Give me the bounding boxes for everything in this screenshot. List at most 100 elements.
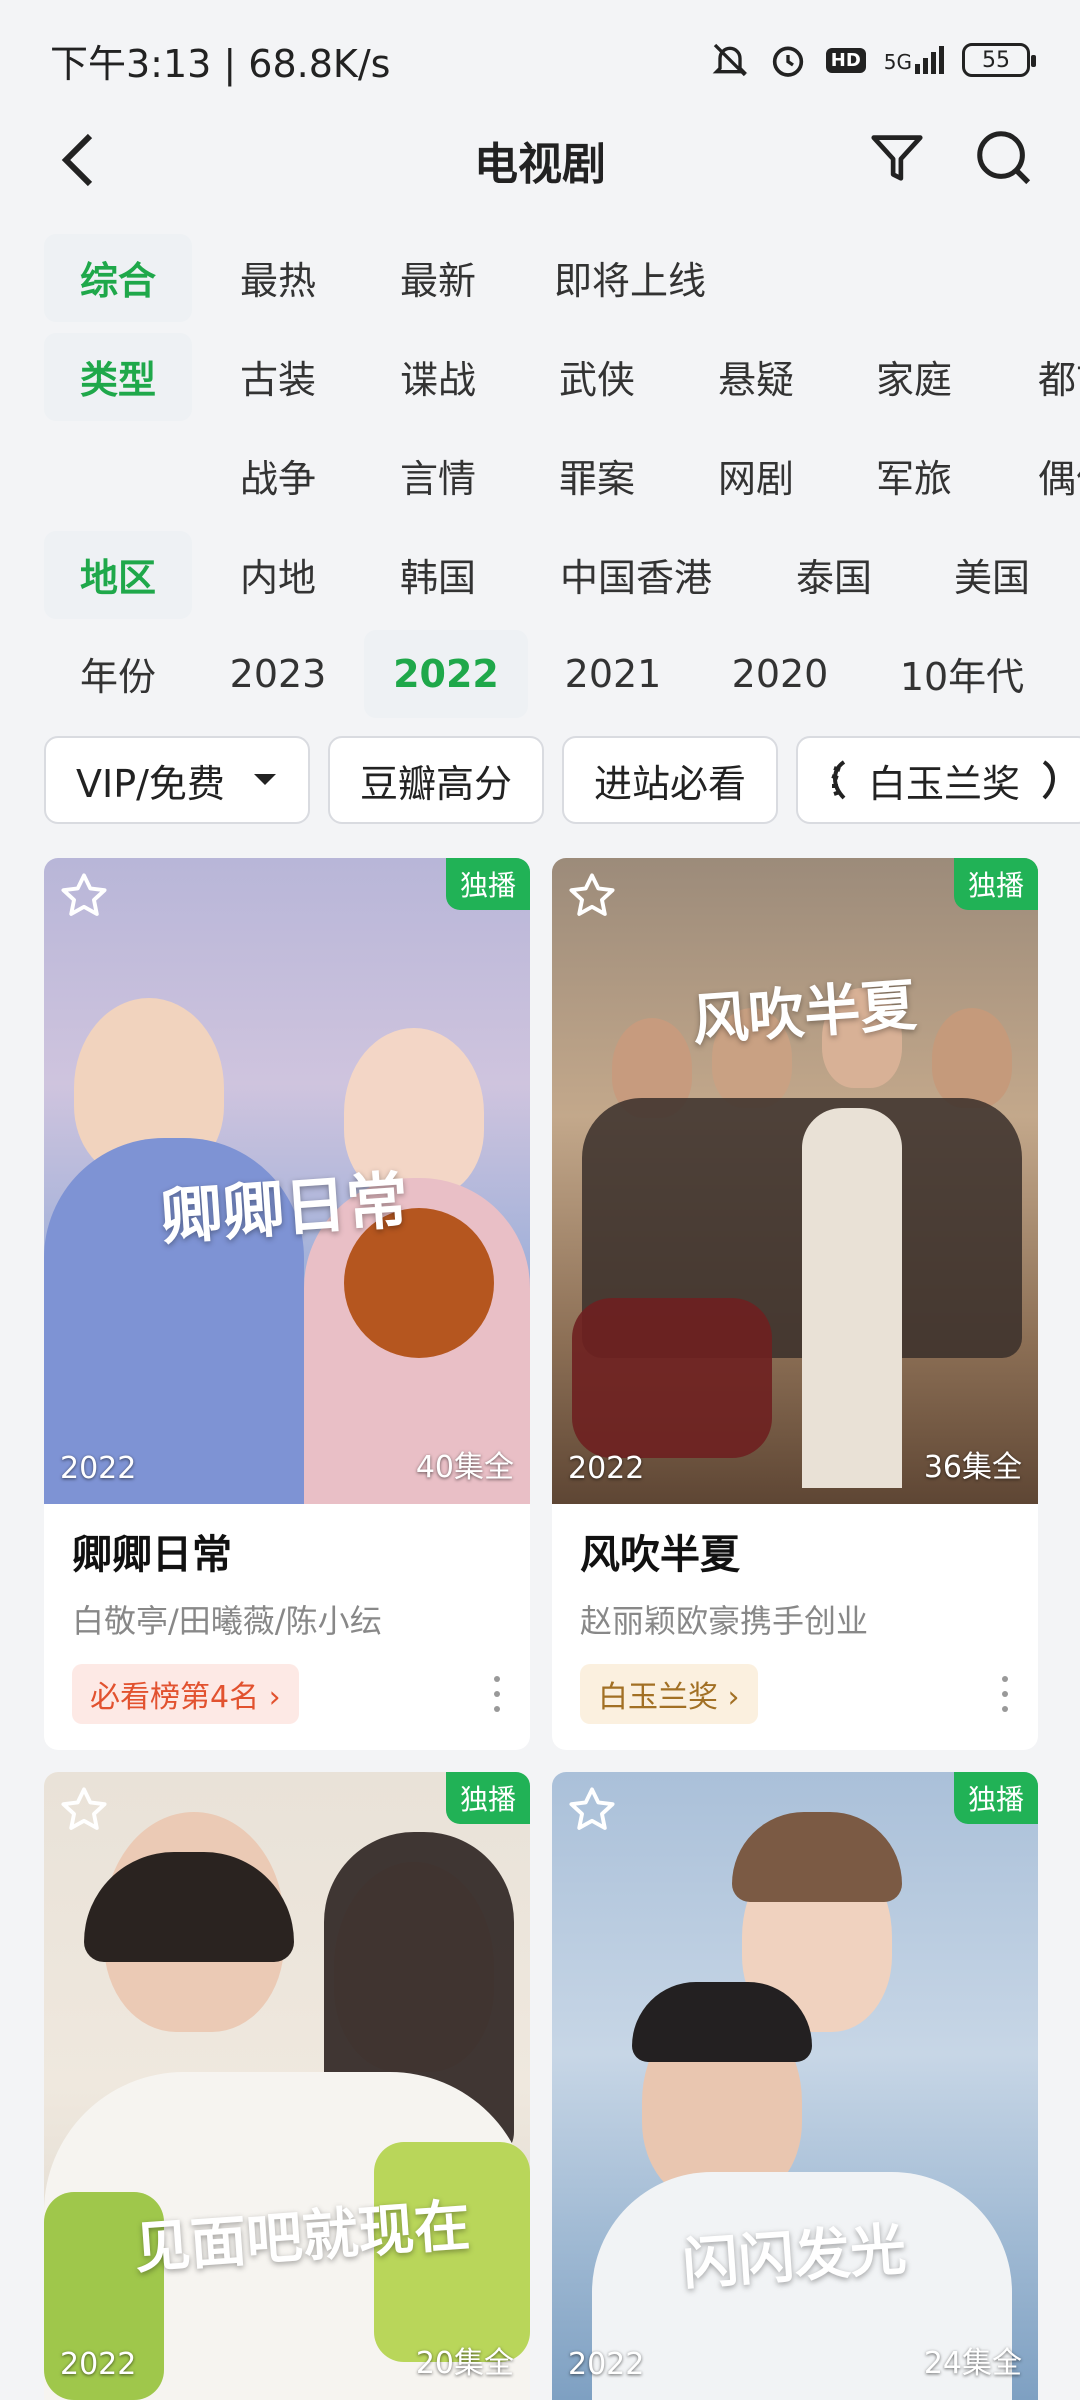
poster-figure [932, 1008, 1012, 1108]
filter-option[interactable]: 军旅 [830, 432, 998, 520]
release-year: 2022 [60, 1451, 137, 1486]
exclusive-badge: 独播 [953, 858, 1038, 910]
release-year: 2022 [60, 2347, 137, 2382]
poster-title: 风吹半夏 [690, 972, 919, 1054]
episode-count: 24集全 [923, 2346, 1022, 2381]
more-options-icon[interactable] [1000, 1676, 1010, 1712]
poster-figure [572, 1298, 772, 1458]
filter-option[interactable]: 韩国 [364, 531, 512, 619]
drama-card[interactable]: 见面吧就现在 独播 2022 20集全 [44, 1772, 530, 2400]
caret-down-icon [254, 774, 276, 785]
filter-option[interactable]: 中国香港 [512, 531, 760, 619]
filter-row-region: 地区 内地 韩国 中国香港 泰国 美国 [0, 525, 1080, 624]
tag-magnolia-award[interactable]: 白玉兰奖 [796, 736, 1080, 824]
filter-label-genre[interactable]: 类型 [44, 332, 192, 421]
favorite-star-icon[interactable] [566, 1784, 618, 1836]
signal-5g-icon: 5G [884, 46, 944, 74]
filter-row-genre-2: 战争 言情 罪案 网剧 军旅 偶像 [0, 426, 1080, 525]
drama-title: 风吹半夏 [580, 1532, 740, 1578]
status-time-speed: 下午3:13 | 68.8K/s [50, 41, 391, 86]
tag-label: VIP/免费 [76, 761, 225, 806]
tag-douban-high[interactable]: 豆瓣高分 [328, 736, 545, 824]
laurel-icon [831, 760, 846, 800]
award-pill[interactable]: 白玉兰奖 › [580, 1664, 758, 1724]
filter-option[interactable]: 美国 [908, 531, 1076, 619]
tag-must-watch[interactable]: 进站必看 [562, 736, 779, 824]
poster-figure [632, 1982, 812, 2062]
filter-option[interactable]: 2021 [528, 630, 698, 718]
filter-row-genre: 类型 古装 谍战 武侠 悬疑 家庭 都市 [0, 327, 1080, 426]
poster[interactable]: 见面吧就现在 独播 2022 20集全 [44, 1772, 530, 2400]
back-arrow-icon [61, 133, 93, 187]
poster-title: 闪闪发光 [680, 2216, 909, 2298]
quick-tags: VIP/免费 豆瓣高分 进站必看 白玉兰奖 [44, 736, 1080, 824]
poster-figure [802, 1108, 902, 1488]
exclusive-badge: 独播 [445, 1772, 530, 1824]
poster[interactable]: 闪闪发光 独播 2022 24集全 [552, 1772, 1038, 2400]
search-icon [977, 131, 1031, 185]
filter-option[interactable]: 都市 [998, 333, 1080, 421]
poster-figure [732, 1812, 902, 1902]
filter-option[interactable]: 武侠 [512, 333, 682, 421]
filter-option[interactable]: 2023 [192, 630, 364, 718]
filter-option[interactable]: 2020 [698, 630, 862, 718]
filter-option[interactable]: 悬疑 [682, 333, 830, 421]
filter-label-year: 年份 [79, 655, 156, 699]
release-year: 2022 [568, 1451, 645, 1486]
top-app-bar: 电视剧 [0, 120, 1080, 200]
drama-card[interactable]: 风吹半夏 独播 2022 36集全 风吹半夏 赵丽颖欧豪携手创业 白玉兰奖 › [552, 858, 1038, 1750]
exclusive-badge: 独播 [953, 1772, 1038, 1824]
filter-option[interactable]: 10年代 [862, 630, 1062, 718]
filter-option[interactable]: 家庭 [830, 333, 998, 421]
back-button[interactable] [50, 128, 110, 192]
filter-option[interactable]: 罪案 [512, 432, 682, 520]
filter-option[interactable]: 谍战 [364, 333, 512, 421]
episode-count: 40集全 [415, 1450, 514, 1485]
poster[interactable]: 风吹半夏 独播 2022 36集全 [552, 858, 1038, 1504]
tag-label: 白玉兰奖 [868, 761, 1021, 806]
poster-title: 卿卿日常 [158, 1163, 411, 1254]
drama-description: 白敬亭/田曦薇/陈小纭 [72, 1602, 382, 1640]
filter-option[interactable]: 网剧 [682, 432, 830, 520]
poster[interactable]: 卿卿日常 独播 2022 40集全 [44, 858, 530, 1504]
drama-title: 卿卿日常 [72, 1532, 232, 1578]
hd-icon: HD [825, 47, 866, 73]
filter-option[interactable]: 泰国 [760, 531, 908, 619]
filter-label-region[interactable]: 地区 [44, 530, 192, 619]
filter-row-year: 年份 2023 2022 2021 2020 10年代 [0, 624, 1080, 723]
favorite-star-icon[interactable] [58, 870, 110, 922]
filter-option[interactable]: 即将上线 [512, 234, 748, 322]
filter-option[interactable]: 古装 [192, 333, 364, 421]
favorite-star-icon[interactable] [58, 1784, 110, 1836]
filter-label-overall[interactable]: 综合 [44, 233, 192, 322]
filter-option-selected[interactable]: 2022 [364, 629, 528, 718]
page-title: 电视剧 [474, 139, 606, 190]
filter-option[interactable]: 战争 [192, 432, 364, 520]
filter-panel: 综合 最热 最新 即将上线 类型 古装 谍战 武侠 悬疑 家庭 都市 战争 言情… [0, 228, 1080, 723]
release-year: 2022 [568, 2347, 645, 2382]
episode-count: 20集全 [415, 2346, 514, 2381]
filter-row-sort: 综合 最热 最新 即将上线 [0, 228, 1080, 327]
battery-icon: 55 [962, 43, 1036, 77]
mute-bell-icon [712, 43, 748, 77]
filter-option[interactable]: 最新 [364, 234, 512, 322]
episode-count: 36集全 [923, 1450, 1022, 1485]
drama-description: 赵丽颖欧豪携手创业 [580, 1602, 869, 1640]
filter-button[interactable] [866, 126, 928, 188]
laurel-icon [1042, 760, 1056, 800]
filter-icon [871, 135, 923, 181]
drama-card[interactable]: 闪闪发光 独播 2022 24集全 [552, 1772, 1038, 2400]
filter-option[interactable]: 偶像 [998, 432, 1080, 520]
favorite-star-icon[interactable] [566, 870, 618, 922]
drama-card[interactable]: 卿卿日常 独播 2022 40集全 卿卿日常 白敬亭/田曦薇/陈小纭 必看榜第4… [44, 858, 530, 1750]
ranking-pill[interactable]: 必看榜第4名 › [72, 1664, 299, 1724]
status-icons: HD 5G 55 [710, 40, 1036, 80]
exclusive-badge: 独播 [445, 858, 530, 910]
filter-option[interactable]: 内地 [192, 531, 364, 619]
tag-vip-free-dropdown[interactable]: VIP/免费 [44, 736, 310, 824]
alarm-icon [772, 46, 803, 77]
search-button[interactable] [972, 126, 1034, 188]
more-options-icon[interactable] [492, 1676, 502, 1712]
filter-option[interactable]: 最热 [192, 234, 364, 322]
filter-option[interactable]: 言情 [364, 432, 512, 520]
